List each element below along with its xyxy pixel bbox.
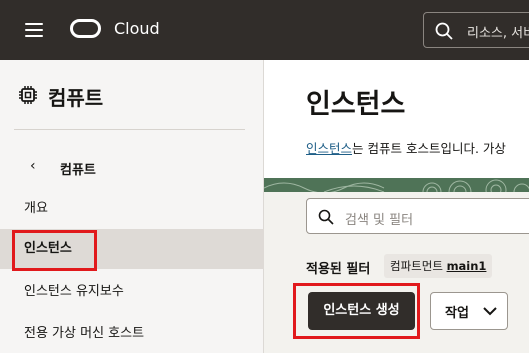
page-description: 인스턴스는 컴퓨트 호스트입니다. 가상 — [306, 138, 506, 157]
sidebar: 컴퓨트 ‹ 컴퓨트 개요 인스턴스 인스턴스 유지보수 전용 가상 머신 호스트 — [0, 60, 264, 353]
sidebar-item-overview[interactable]: 개요 — [0, 189, 264, 229]
chevron-down-icon — [483, 307, 497, 316]
compartment-filter-chip[interactable]: 컴파트먼트 main1 — [384, 254, 493, 278]
back-chevron-icon[interactable]: ‹ — [30, 158, 36, 174]
description-text: 는 컴퓨트 호스트입니다. 가상 — [352, 141, 506, 156]
instances-doc-link[interactable]: 인스턴스 — [306, 141, 352, 156]
search-filter-input[interactable]: 검색 및 필터 — [306, 198, 529, 234]
global-search-placeholder: 리소스, 서비 — [467, 26, 529, 41]
banner-pattern — [264, 178, 529, 192]
page-title: 인스턴스 — [306, 89, 406, 120]
sidebar-item-instance-maintenance[interactable]: 인스턴스 유지보수 — [0, 272, 264, 312]
sidebar-back-link[interactable]: 컴퓨트 — [60, 159, 96, 178]
actions-button[interactable]: 작업 — [430, 292, 508, 330]
chip-value[interactable]: main1 — [447, 259, 487, 273]
sidebar-item-dedicated-vm-hosts[interactable]: 전용 가상 머신 호스트 — [0, 314, 264, 354]
chip-key: 컴파트먼트 — [390, 259, 443, 273]
applied-filters-label: 적용된 필터 — [306, 262, 371, 277]
top-navigation-bar: Cloud 리소스, 서비 — [0, 0, 529, 60]
chip-icon — [19, 86, 37, 104]
actions-button-label: 작업 — [445, 306, 469, 321]
global-search-input[interactable]: 리소스, 서비 — [423, 12, 529, 48]
menu-icon[interactable] — [25, 22, 43, 38]
sidebar-item-instances[interactable]: 인스턴스 — [0, 229, 264, 269]
sidebar-divider — [14, 129, 245, 130]
oracle-logo-icon[interactable] — [70, 19, 101, 38]
filter-placeholder: 검색 및 필터 — [345, 213, 414, 228]
sidebar-title: 컴퓨트 — [48, 86, 104, 110]
search-icon — [435, 22, 453, 40]
create-instance-button[interactable]: 인스턴스 생성 — [308, 292, 415, 330]
brand-name[interactable]: Cloud — [114, 19, 160, 38]
main-content: 인스턴스 인스턴스는 컴퓨트 호스트입니다. 가상 검색 및 필터 적용된 필터… — [264, 60, 529, 353]
search-icon — [318, 209, 334, 225]
